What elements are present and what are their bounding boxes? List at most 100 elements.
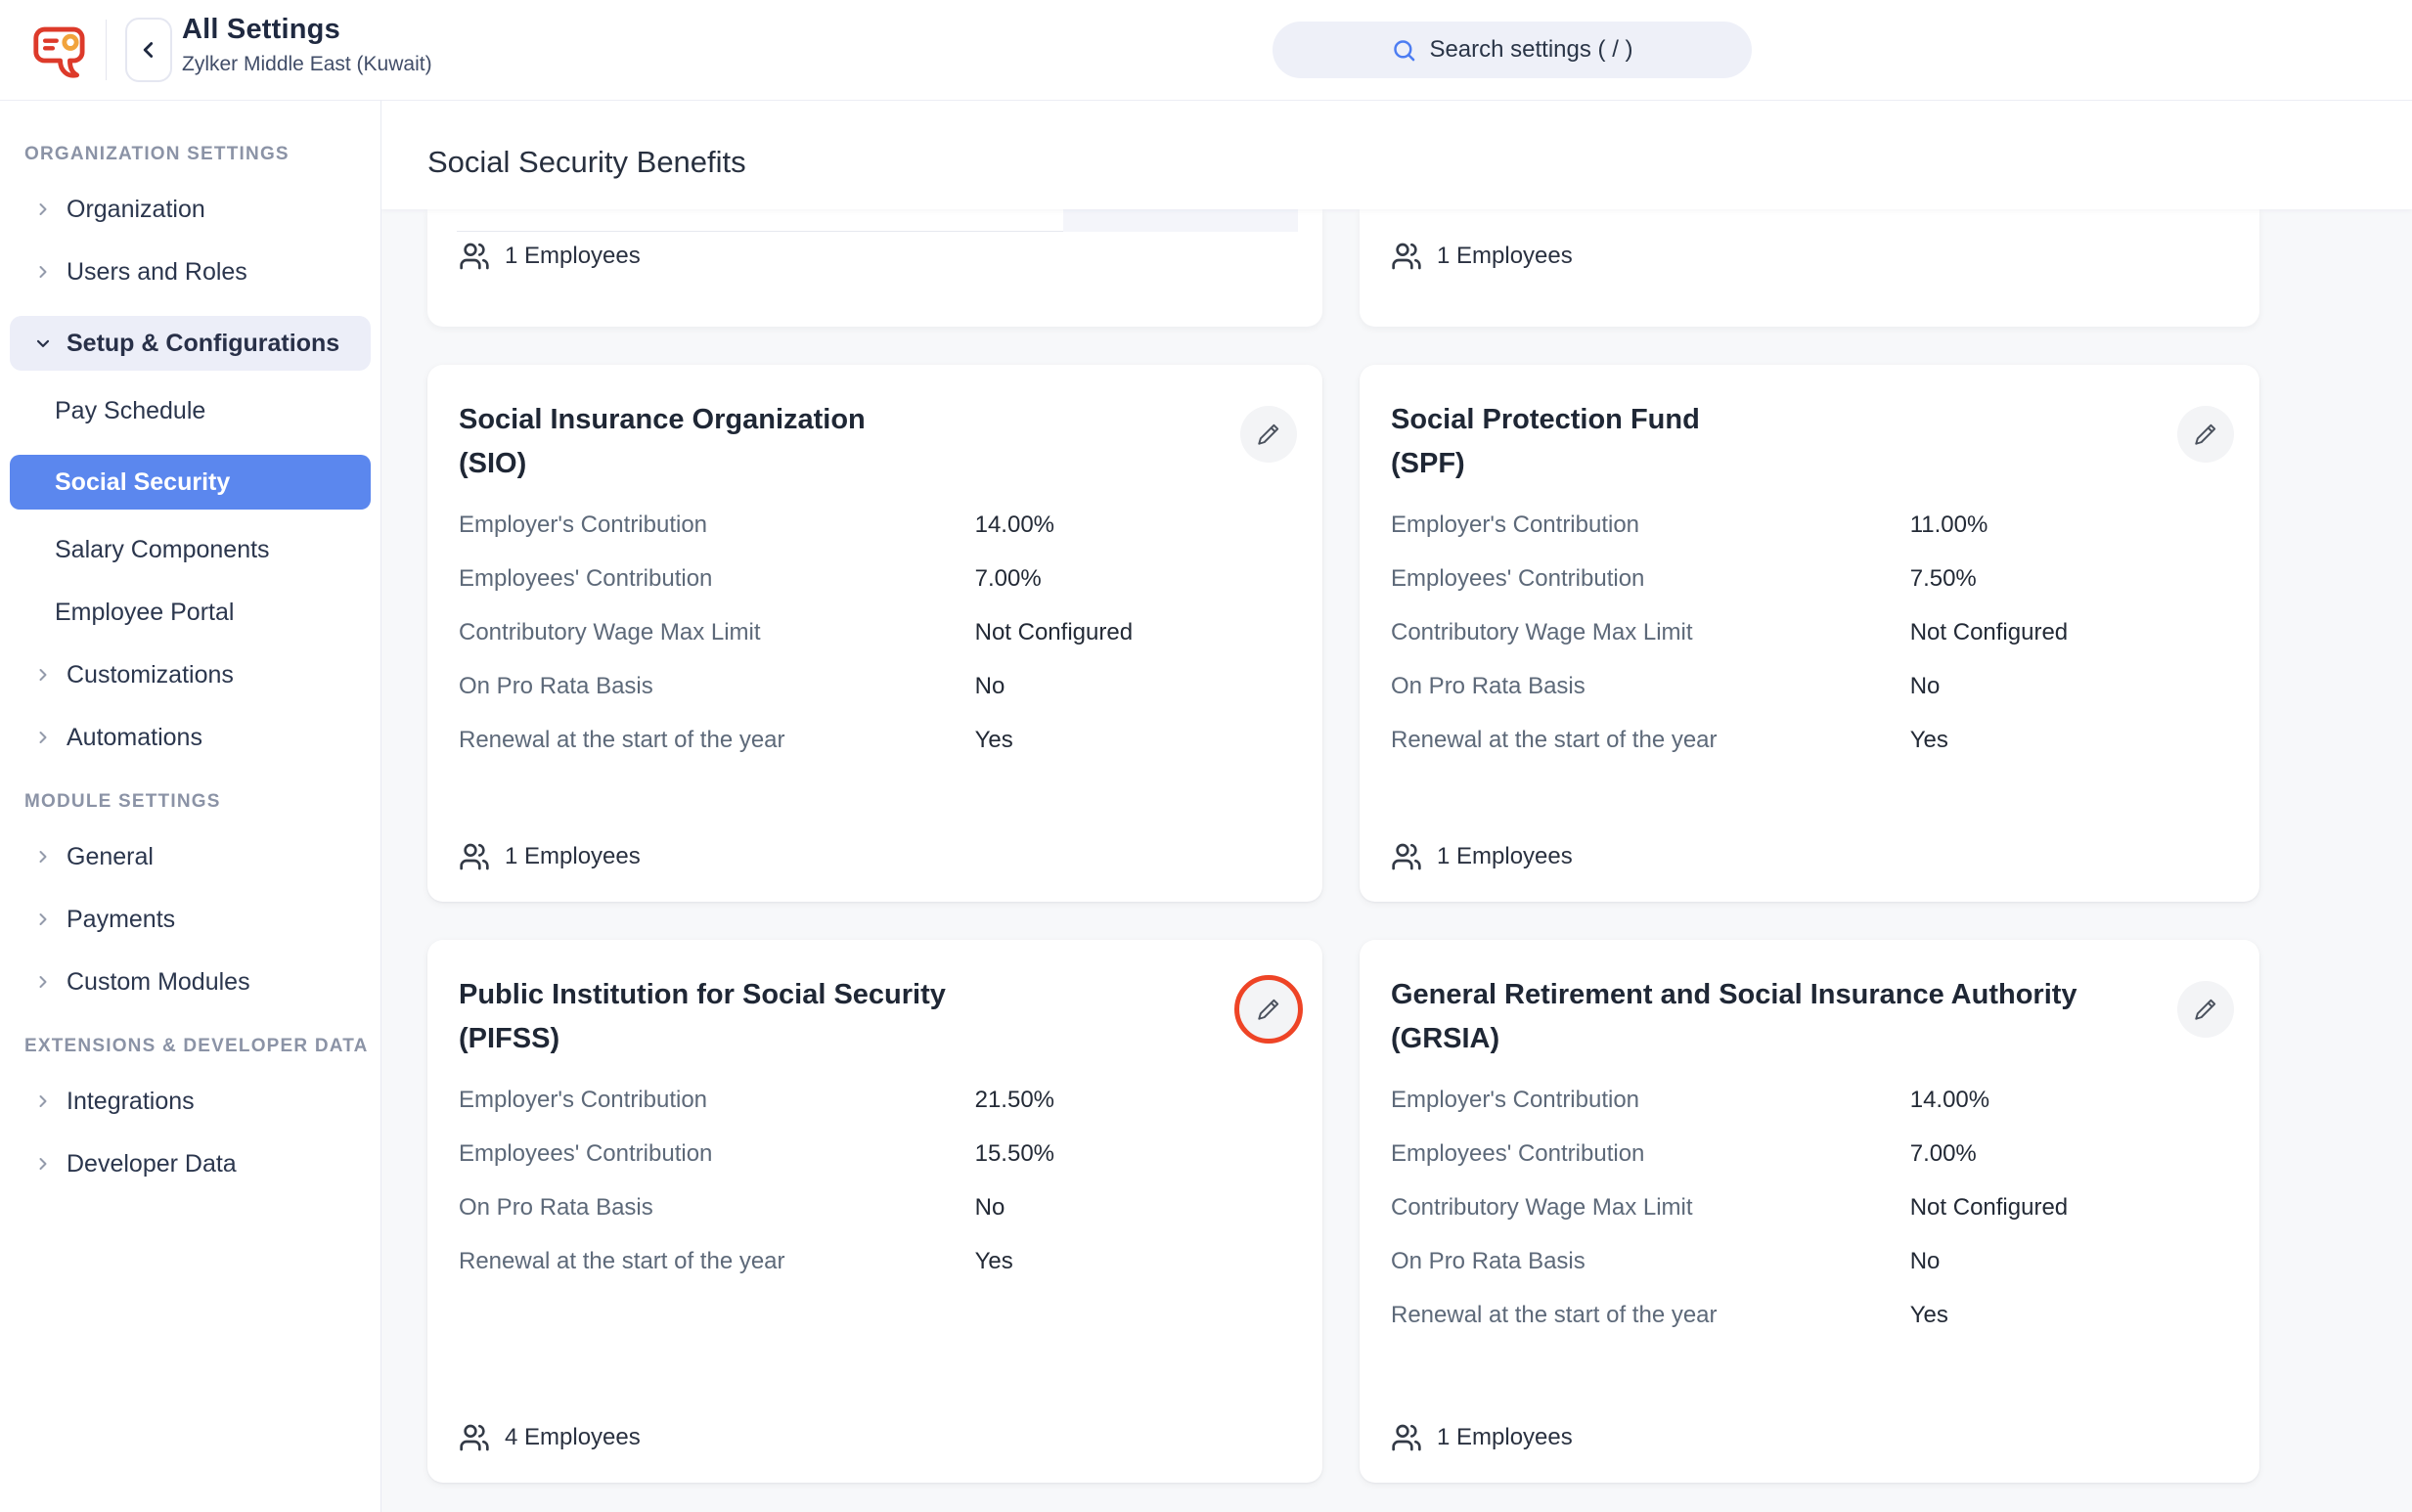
users-icon bbox=[1391, 841, 1422, 872]
field-value: No bbox=[1910, 1248, 2228, 1275]
field-label: Contributory Wage Max Limit bbox=[1391, 619, 1910, 646]
field-label: Contributory Wage Max Limit bbox=[459, 619, 975, 646]
settings-sidebar: ORGANIZATION SETTINGS Organization Users… bbox=[0, 101, 381, 1512]
edit-button[interactable] bbox=[1240, 406, 1297, 463]
employees-count: 1 Employees bbox=[459, 241, 1291, 297]
organization-name: Zylker Middle East (Kuwait) bbox=[182, 53, 432, 76]
chevron-right-icon bbox=[33, 198, 57, 221]
benefit-card-partial-left: 1 Employees bbox=[427, 209, 1322, 327]
truncated-table-row bbox=[457, 209, 1298, 232]
sidebar-item-label: Organization bbox=[67, 196, 205, 224]
benefit-cards-grid: 1 Employees 1 Employees bbox=[427, 209, 2259, 1483]
sidebar-item-developer-data[interactable]: Developer Data bbox=[10, 1145, 371, 1182]
field-value: 21.50% bbox=[975, 1087, 1291, 1114]
sidebar-item-customizations[interactable]: Customizations bbox=[10, 656, 371, 693]
page-header: Social Security Benefits bbox=[381, 101, 2412, 209]
sidebar-item-general[interactable]: General bbox=[10, 838, 371, 875]
card-title: Public Institution for Social Security(P… bbox=[459, 973, 1202, 1061]
field-label: Employer's Contribution bbox=[1391, 1087, 1910, 1114]
chevron-down-icon bbox=[33, 332, 57, 355]
users-icon bbox=[459, 241, 490, 272]
sidebar-item-setup-configurations[interactable]: Setup & Configurations bbox=[10, 316, 371, 371]
pencil-icon bbox=[2193, 997, 2218, 1022]
sidebar-item-custom-modules[interactable]: Custom Modules bbox=[10, 963, 371, 1001]
pencil-icon bbox=[1256, 422, 1281, 447]
field-value: No bbox=[975, 673, 1291, 700]
sidebar-item-label: Social Security bbox=[55, 468, 230, 497]
benefit-card-sio: Social Insurance Organization(SIO) Emplo… bbox=[427, 365, 1322, 902]
users-icon bbox=[1391, 1422, 1422, 1453]
users-icon bbox=[459, 1422, 490, 1453]
sidebar-item-organization[interactable]: Organization bbox=[10, 191, 371, 228]
field-value: Yes bbox=[975, 727, 1291, 754]
sidebar-item-label: General bbox=[67, 843, 154, 871]
benefit-card-spf: Social Protection Fund(SPF) Employer's C… bbox=[1360, 365, 2259, 902]
sidebar-item-users-and-roles[interactable]: Users and Roles bbox=[10, 253, 371, 290]
edit-button-highlighted[interactable] bbox=[1234, 975, 1303, 1044]
chevron-right-icon bbox=[33, 1152, 57, 1176]
chevron-left-icon bbox=[136, 37, 161, 63]
chevron-right-icon bbox=[33, 663, 57, 687]
page-title: Social Security Benefits bbox=[427, 145, 746, 180]
search-icon bbox=[1391, 37, 1417, 64]
field-value: 7.00% bbox=[1910, 1140, 2228, 1168]
field-label: Employees' Contribution bbox=[1391, 565, 1910, 593]
section-extensions-developer-data: EXTENSIONS & DEVELOPER DATA bbox=[24, 1036, 380, 1057]
zoho-payroll-logo-icon[interactable] bbox=[27, 18, 92, 82]
chevron-right-icon bbox=[33, 908, 57, 931]
sidebar-item-label: Integrations bbox=[67, 1088, 195, 1116]
chevron-right-icon bbox=[33, 1090, 57, 1113]
field-label: Employees' Contribution bbox=[459, 565, 975, 593]
sidebar-item-label: Employee Portal bbox=[55, 599, 234, 627]
sidebar-item-automations[interactable]: Automations bbox=[10, 719, 371, 756]
card-title: Social Insurance Organization(SIO) bbox=[459, 398, 1202, 486]
field-value: No bbox=[975, 1194, 1291, 1222]
chevron-right-icon bbox=[33, 260, 57, 284]
employees-count: 1 Employees bbox=[459, 841, 1291, 872]
field-label: Employer's Contribution bbox=[459, 1087, 975, 1114]
benefit-card-partial-right: 1 Employees bbox=[1360, 209, 2259, 327]
employees-count: 1 Employees bbox=[1391, 241, 2228, 297]
sidebar-item-label: Developer Data bbox=[67, 1150, 237, 1178]
settings-search-input[interactable]: Search settings ( / ) bbox=[1273, 22, 1752, 78]
sidebar-item-label: Payments bbox=[67, 906, 175, 934]
field-label: Employees' Contribution bbox=[459, 1140, 975, 1168]
app-title: All Settings bbox=[182, 14, 432, 46]
sidebar-item-salary-components[interactable]: Salary Components bbox=[10, 531, 371, 568]
field-value: Yes bbox=[975, 1248, 1291, 1275]
sidebar-item-label: Salary Components bbox=[55, 536, 270, 564]
field-label: Renewal at the start of the year bbox=[459, 727, 975, 754]
chevron-right-icon bbox=[33, 726, 57, 749]
card-fields: Employer's Contribution21.50% Employees'… bbox=[459, 1087, 1291, 1275]
sidebar-item-pay-schedule[interactable]: Pay Schedule bbox=[10, 392, 371, 429]
benefit-card-pifss: Public Institution for Social Security(P… bbox=[427, 940, 1322, 1483]
field-value: 11.00% bbox=[1910, 511, 2228, 539]
sidebar-item-social-security[interactable]: Social Security bbox=[10, 455, 371, 510]
card-fields: Employer's Contribution14.00% Employees'… bbox=[1391, 1087, 2228, 1329]
main-content: Social Security Benefits 1 Employees bbox=[381, 101, 2412, 1512]
edit-button[interactable] bbox=[2177, 406, 2234, 463]
benefit-card-grsia: General Retirement and Social Insurance … bbox=[1360, 940, 2259, 1483]
sidebar-item-label: Users and Roles bbox=[67, 258, 247, 287]
card-title: Social Protection Fund(SPF) bbox=[1391, 398, 2134, 486]
edit-button[interactable] bbox=[2177, 981, 2234, 1038]
card-fields: Employer's Contribution14.00% Employees'… bbox=[459, 511, 1291, 754]
field-label: On Pro Rata Basis bbox=[459, 673, 975, 700]
sidebar-item-payments[interactable]: Payments bbox=[10, 901, 371, 938]
field-value: 7.00% bbox=[975, 565, 1291, 593]
section-organization-settings: ORGANIZATION SETTINGS bbox=[24, 144, 380, 165]
field-value: Not Configured bbox=[1910, 619, 2228, 646]
sidebar-item-label: Pay Schedule bbox=[55, 397, 205, 425]
field-label: Employees' Contribution bbox=[1391, 1140, 1910, 1168]
employees-count: 1 Employees bbox=[1391, 1422, 2228, 1453]
sidebar-item-integrations[interactable]: Integrations bbox=[10, 1083, 371, 1120]
pencil-icon bbox=[1256, 997, 1281, 1022]
sidebar-item-employee-portal[interactable]: Employee Portal bbox=[10, 594, 371, 631]
field-value: No bbox=[1910, 673, 2228, 700]
pencil-icon bbox=[2193, 422, 2218, 447]
card-title: General Retirement and Social Insurance … bbox=[1391, 973, 2134, 1061]
sidebar-item-label: Customizations bbox=[67, 661, 234, 689]
sidebar-item-label: Automations bbox=[67, 724, 202, 752]
back-button[interactable] bbox=[125, 18, 172, 82]
card-fields: Employer's Contribution11.00% Employees'… bbox=[1391, 511, 2228, 754]
